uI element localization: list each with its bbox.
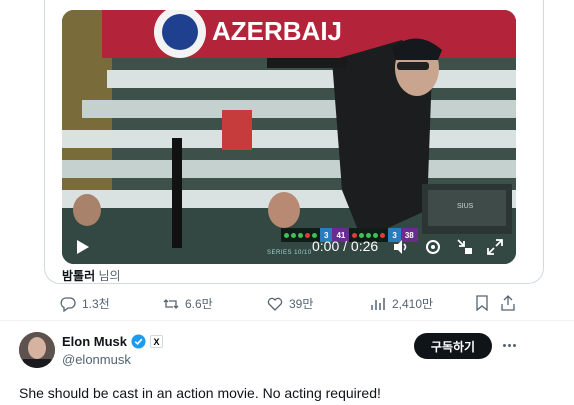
reply-author-row: Elon Musk X @elonmusk 구독하기 [0,322,574,372]
views-button[interactable]: 2,410만 [370,295,433,312]
tweet-text: She should be cast in an action movie. N… [19,385,381,401]
reply-button[interactable]: 1.3천 [60,295,110,312]
repost-icon [163,298,179,309]
pip-icon[interactable] [456,238,474,256]
subscribe-button[interactable]: 구독하기 [414,333,492,359]
author-handle[interactable]: @elonmusk [62,352,131,367]
avatar[interactable] [19,332,55,368]
banner-text: AZERBAIJ [212,16,342,46]
reply-icon [60,296,76,312]
volume-icon[interactable] [392,238,410,256]
x-affiliate-badge: X [150,335,164,348]
heart-icon [267,297,283,311]
video-controls: 0:00 / 0:26 [62,234,516,264]
verified-icon [131,334,146,349]
author-name[interactable]: Elon Musk [62,334,127,349]
divider [0,320,574,321]
source-name[interactable]: 밤톨러 [62,269,95,283]
source-attribution[interactable]: 밤톨러 님의 [62,267,121,284]
bookmark-icon[interactable] [474,295,490,311]
video-player[interactable]: AZERBAIJ SIUS 3 41 3 38 SERIES 10/10 0:0… [62,10,516,264]
more-options-icon[interactable] [500,336,518,354]
source-suffix: 님의 [95,269,121,283]
like-count: 39만 [289,297,314,311]
tweet-actions: 1.3천 6.6만 39만 2,410만 [0,292,574,314]
repost-button[interactable]: 6.6만 [163,295,213,312]
repost-count: 6.6만 [185,297,213,311]
monitor-label: SIUS [457,203,474,210]
settings-icon[interactable] [424,238,442,256]
views-count: 2,410만 [392,297,434,311]
quoted-tweet-card[interactable]: AZERBAIJ SIUS 3 41 3 38 SERIES 10/10 0:0… [0,0,574,318]
play-icon[interactable] [74,239,90,255]
fullscreen-icon[interactable] [486,238,504,256]
views-icon [371,297,385,310]
video-time: 0:00 / 0:26 [312,238,379,254]
author-name-row[interactable]: Elon Musk X [62,334,164,349]
video-frame: AZERBAIJ SIUS [62,10,516,264]
share-icon[interactable] [500,295,516,311]
reply-count: 1.3천 [82,297,110,311]
like-button[interactable]: 39만 [267,295,313,312]
